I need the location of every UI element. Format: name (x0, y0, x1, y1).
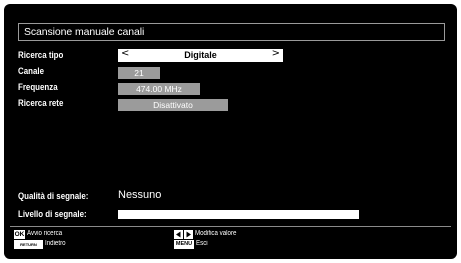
left-triangle-icon (174, 230, 183, 239)
ricerca-rete-field[interactable]: Disattivato (118, 99, 228, 111)
ricerca-tipo-value: Digitale (184, 50, 217, 60)
signal-quality-label: Qualità di segnale: (18, 191, 89, 201)
frequenza-field[interactable]: 474.00 MHz (118, 83, 200, 95)
return-hint: Indietro (45, 240, 66, 247)
chevron-right-icon[interactable]: > (272, 48, 280, 59)
frequenza-label: Frequenza (18, 82, 58, 92)
ricerca-tipo-selector[interactable]: < Digitale > (118, 48, 283, 62)
return-key-icon: RETURN (14, 240, 43, 249)
ok-key-icon: OK (14, 230, 25, 239)
manual-scan-screen: Scansione manuale canali Ricerca tipo < … (4, 4, 457, 259)
ricerca-rete-label: Ricerca rete (18, 98, 64, 108)
footer-divider (10, 226, 451, 227)
signal-quality-value: Nessuno (118, 189, 162, 201)
exit-hint: Esci (196, 240, 208, 247)
ricerca-tipo-label: Ricerca tipo (18, 50, 64, 60)
modify-value-hint: Modifica valore (195, 230, 237, 237)
right-triangle-icon (184, 230, 193, 239)
canale-field[interactable]: 21 (118, 67, 160, 79)
ok-hint: Avvio ricerca (27, 230, 63, 237)
signal-level-bar (118, 210, 359, 219)
title-bar: Scansione manuale canali (18, 23, 445, 41)
canale-label: Canale (18, 66, 44, 76)
menu-key-icon: MENU (174, 240, 194, 249)
signal-level-label: Livello di segnale: (18, 209, 87, 219)
page-title: Scansione manuale canali (24, 26, 145, 38)
